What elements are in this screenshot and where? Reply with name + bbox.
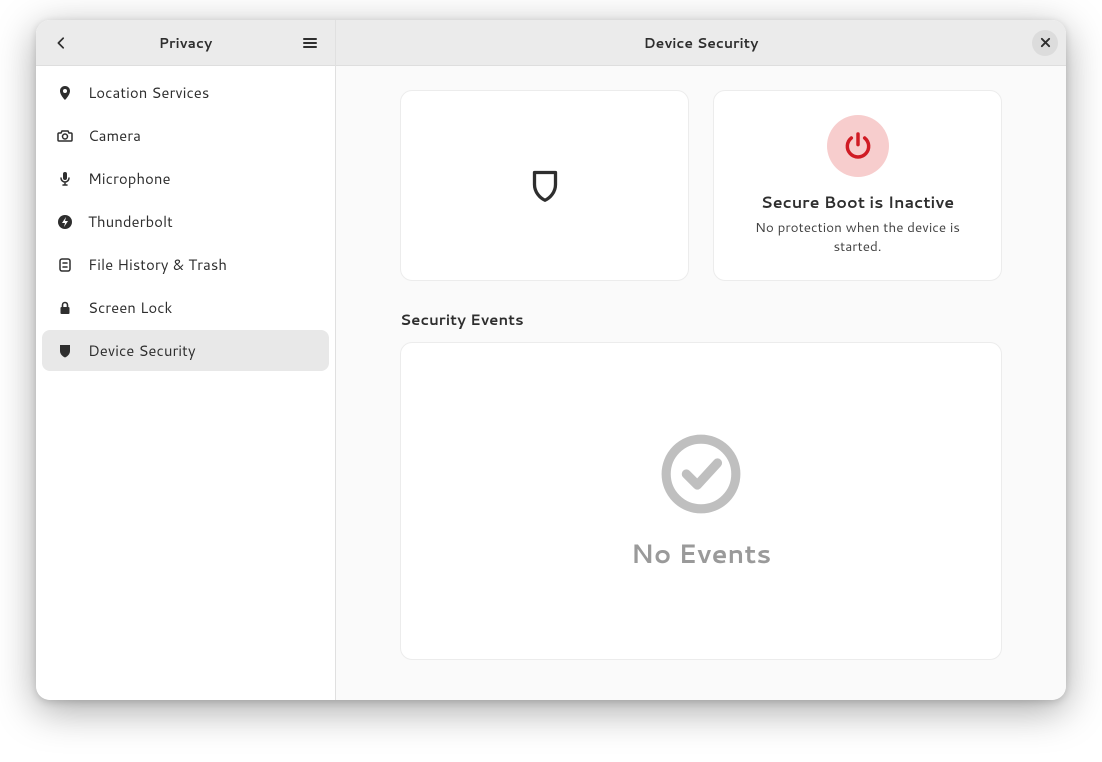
location-icon	[56, 84, 74, 102]
sidebar-item-location-services[interactable]: Location Services	[42, 72, 329, 113]
security-status-card[interactable]	[400, 90, 689, 281]
sidebar-item-device-security[interactable]: Device Security	[42, 330, 329, 371]
secure-boot-card[interactable]: Secure Boot is Inactive No protection wh…	[713, 90, 1002, 281]
status-cards-row: Secure Boot is Inactive No protection wh…	[400, 90, 1002, 281]
main-header: Device Security	[336, 20, 1066, 66]
hamburger-icon	[302, 35, 318, 51]
close-button[interactable]	[1032, 30, 1058, 56]
sidebar-item-label: Thunderbolt	[88, 211, 173, 232]
power-danger-icon	[842, 130, 874, 162]
sidebar-item-microphone[interactable]: Microphone	[42, 158, 329, 199]
settings-window: Privacy Location Services Camera	[36, 20, 1066, 700]
sidebar-item-label: Device Security	[88, 340, 196, 361]
security-events-card: No Events	[400, 342, 1002, 660]
lock-icon	[56, 299, 74, 317]
menu-button[interactable]	[293, 26, 327, 60]
sidebar-item-screen-lock[interactable]: Screen Lock	[42, 287, 329, 328]
sidebar-item-label: Microphone	[88, 168, 171, 189]
close-icon	[1040, 37, 1051, 48]
sidebar-title: Privacy	[36, 33, 335, 53]
secure-boot-title: Secure Boot is Inactive	[761, 191, 954, 214]
shield-outline-icon	[527, 168, 563, 204]
secure-boot-subtitle: No protection when the device is started…	[730, 218, 985, 256]
shield-icon	[56, 342, 74, 360]
file-history-icon	[56, 256, 74, 274]
sidebar-item-label: Camera	[88, 125, 141, 146]
sidebar-item-label: Location Services	[88, 82, 209, 103]
back-button[interactable]	[44, 26, 78, 60]
thunderbolt-icon	[56, 213, 74, 231]
camera-icon	[56, 127, 74, 145]
clock-icon	[657, 430, 745, 518]
sidebar-item-label: File History & Trash	[88, 254, 227, 275]
security-events-heading: Security Events	[400, 309, 1002, 330]
sidebar: Privacy Location Services Camera	[36, 20, 336, 700]
status-icon-circle	[827, 115, 889, 177]
page-title: Device Security	[336, 33, 1066, 53]
no-events-text: No Events	[631, 536, 772, 572]
sidebar-item-label: Screen Lock	[88, 297, 172, 318]
sidebar-item-file-history-trash[interactable]: File History & Trash	[42, 244, 329, 285]
content-area: Secure Boot is Inactive No protection wh…	[336, 66, 1066, 684]
sidebar-item-camera[interactable]: Camera	[42, 115, 329, 156]
microphone-icon	[56, 170, 74, 188]
sidebar-header: Privacy	[36, 20, 335, 66]
chevron-left-icon	[54, 36, 68, 50]
sidebar-item-thunderbolt[interactable]: Thunderbolt	[42, 201, 329, 242]
sidebar-list: Location Services Camera Microphone Thun…	[36, 66, 335, 377]
main-panel: Device Security Secure Boot is Inactive …	[336, 20, 1066, 700]
